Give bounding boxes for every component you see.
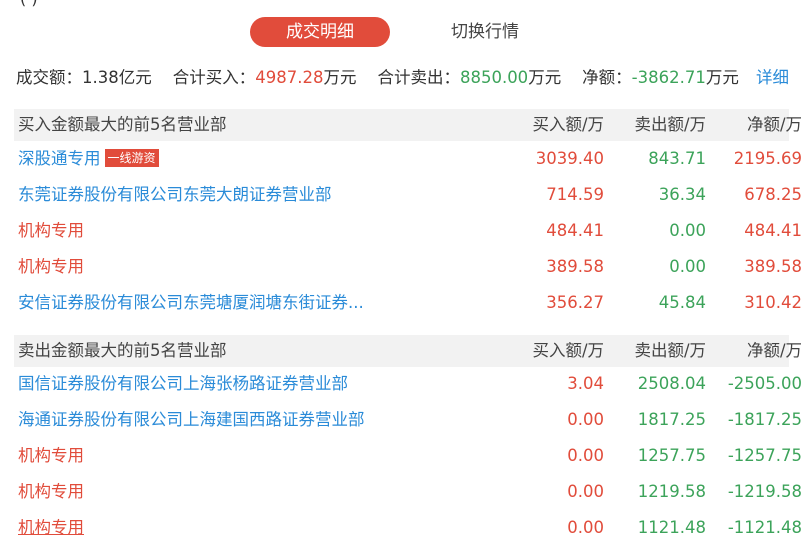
net-amount: 389.58	[744, 257, 801, 276]
tab-switch-quotes[interactable]: 切换行情	[420, 17, 550, 47]
turnover-label: 成交额：	[16, 68, 82, 87]
net-amount: 310.42	[744, 293, 801, 312]
sell-amount: 1817.25	[637, 410, 706, 429]
buy-amount: 3039.40	[535, 149, 604, 168]
col-header-buy: 买入额/万	[532, 115, 604, 134]
buy-total-label: 合计买入：	[172, 68, 256, 87]
sell-amount: 1219.58	[637, 482, 706, 501]
table-row: 海通证券股份有限公司上海建国西路证券营业部 0.00 1817.25 -1817…	[14, 402, 801, 438]
broker-name[interactable]: 国信证券股份有限公司上海张杨路证券营业部	[18, 366, 398, 402]
buy-total-unit: 万元	[323, 68, 357, 87]
buy-amount: 389.58	[546, 257, 604, 276]
net-unit: 万元	[705, 68, 739, 87]
table-row: 机构专用 0.00 1257.75 -1257.75	[14, 438, 801, 474]
buy-amount: 0.00	[567, 410, 604, 429]
buy-total-value: 4987.28	[255, 68, 324, 87]
net-amount: 678.25	[744, 185, 801, 204]
broker-name[interactable]: 机构专用	[18, 249, 398, 285]
net-amount: -2505.00	[727, 374, 801, 393]
broker-name[interactable]: 机构专用	[18, 510, 398, 546]
buy-section-title: 买入金额最大的前5名营业部	[18, 115, 227, 134]
net-amount: -1257.75	[727, 446, 801, 465]
buy-amount: 3.04	[567, 374, 604, 393]
sell-amount: 1121.48	[637, 518, 706, 537]
tab-trade-details[interactable]: 成交明细	[250, 17, 390, 47]
col-header-net: 净额/万	[746, 341, 801, 360]
broker-link[interactable]: 深股通专用 一线游资	[18, 141, 398, 177]
net-amount: 484.41	[744, 221, 801, 240]
table-row: 国信证券股份有限公司上海张杨路证券营业部 3.04 2508.04 -2505.…	[14, 366, 801, 402]
table-row: 机构专用 0.00 1219.58 -1219.58	[14, 474, 801, 510]
broker-name[interactable]: 东莞证券股份有限公司东莞大朗证券营业部	[18, 177, 398, 213]
sell-amount: 0.00	[669, 257, 706, 276]
sell-amount: 0.00	[669, 221, 706, 240]
net-amount: 2195.69	[733, 149, 801, 168]
table-row: 安信证券股份有限公司东莞塘厦润塘东街证券... 356.27 45.84 310…	[14, 285, 801, 321]
buy-amount: 356.27	[546, 293, 604, 312]
broker-name[interactable]: 安信证券股份有限公司东莞塘厦润塘东街证券...	[18, 285, 398, 321]
broker-name[interactable]: 深股通专用	[18, 149, 101, 168]
broker-name[interactable]: 机构专用	[18, 438, 398, 474]
buy-amount: 0.00	[567, 518, 604, 537]
net-value: -3862.71	[631, 68, 706, 87]
net-amount: -1121.48	[727, 518, 801, 537]
sell-amount: 2508.04	[637, 374, 706, 393]
table-row: 机构专用 0.00 1121.48 -1121.48	[14, 510, 801, 546]
sell-amount: 1257.75	[637, 446, 706, 465]
sell-total-label: 合计卖出：	[377, 68, 460, 87]
cropped-header-text: ( ) ·	[20, 0, 420, 7]
col-header-net: 净额/万	[746, 115, 801, 134]
table-row: 深股通专用 一线游资 3039.40 843.71 2195.69	[14, 141, 801, 177]
sell-amount: 45.84	[658, 293, 706, 312]
table-row: 机构专用 484.41 0.00 484.41	[14, 213, 801, 249]
broker-name[interactable]: 机构专用	[18, 213, 398, 249]
tab-bar: 成交明细 切换行情	[0, 17, 801, 49]
sell-total-value: 8850.00	[459, 68, 529, 87]
col-header-sell: 卖出额/万	[634, 115, 706, 134]
summary-bar: 成交额：1.38亿元 合计买入：4987.28万元 合计卖出：8850.00万元…	[16, 66, 795, 90]
sell-total-unit: 万元	[528, 68, 562, 87]
col-header-buy: 买入额/万	[532, 341, 604, 360]
table-row: 东莞证券股份有限公司东莞大朗证券营业部 714.59 36.34 678.25	[14, 177, 801, 213]
broker-name[interactable]: 机构专用	[18, 474, 398, 510]
sell-amount: 36.34	[658, 185, 706, 204]
buy-amount: 0.00	[567, 482, 604, 501]
turnover-value: 1.38亿元	[82, 68, 152, 87]
detail-link[interactable]: 详细	[756, 66, 789, 90]
hot-money-badge: 一线游资	[104, 148, 159, 167]
sell-amount: 843.71	[648, 149, 706, 168]
buy-section-header: 买入金额最大的前5名营业部 买入额/万 卖出额/万 净额/万	[14, 109, 801, 141]
buy-amount: 714.59	[546, 185, 604, 204]
buy-amount: 484.41	[546, 221, 604, 240]
broker-name[interactable]: 海通证券股份有限公司上海建国西路证券营业部	[18, 402, 398, 438]
buy-amount: 0.00	[567, 446, 604, 465]
sell-section-header: 卖出金额最大的前5名营业部 买入额/万 卖出额/万 净额/万	[14, 335, 801, 367]
table-row: 机构专用 389.58 0.00 389.58	[14, 249, 801, 285]
col-header-sell: 卖出额/万	[634, 341, 706, 360]
net-label: 净额：	[582, 68, 632, 87]
net-amount: -1817.25	[727, 410, 801, 429]
sell-section-title: 卖出金额最大的前5名营业部	[18, 341, 227, 360]
net-amount: -1219.58	[727, 482, 801, 501]
